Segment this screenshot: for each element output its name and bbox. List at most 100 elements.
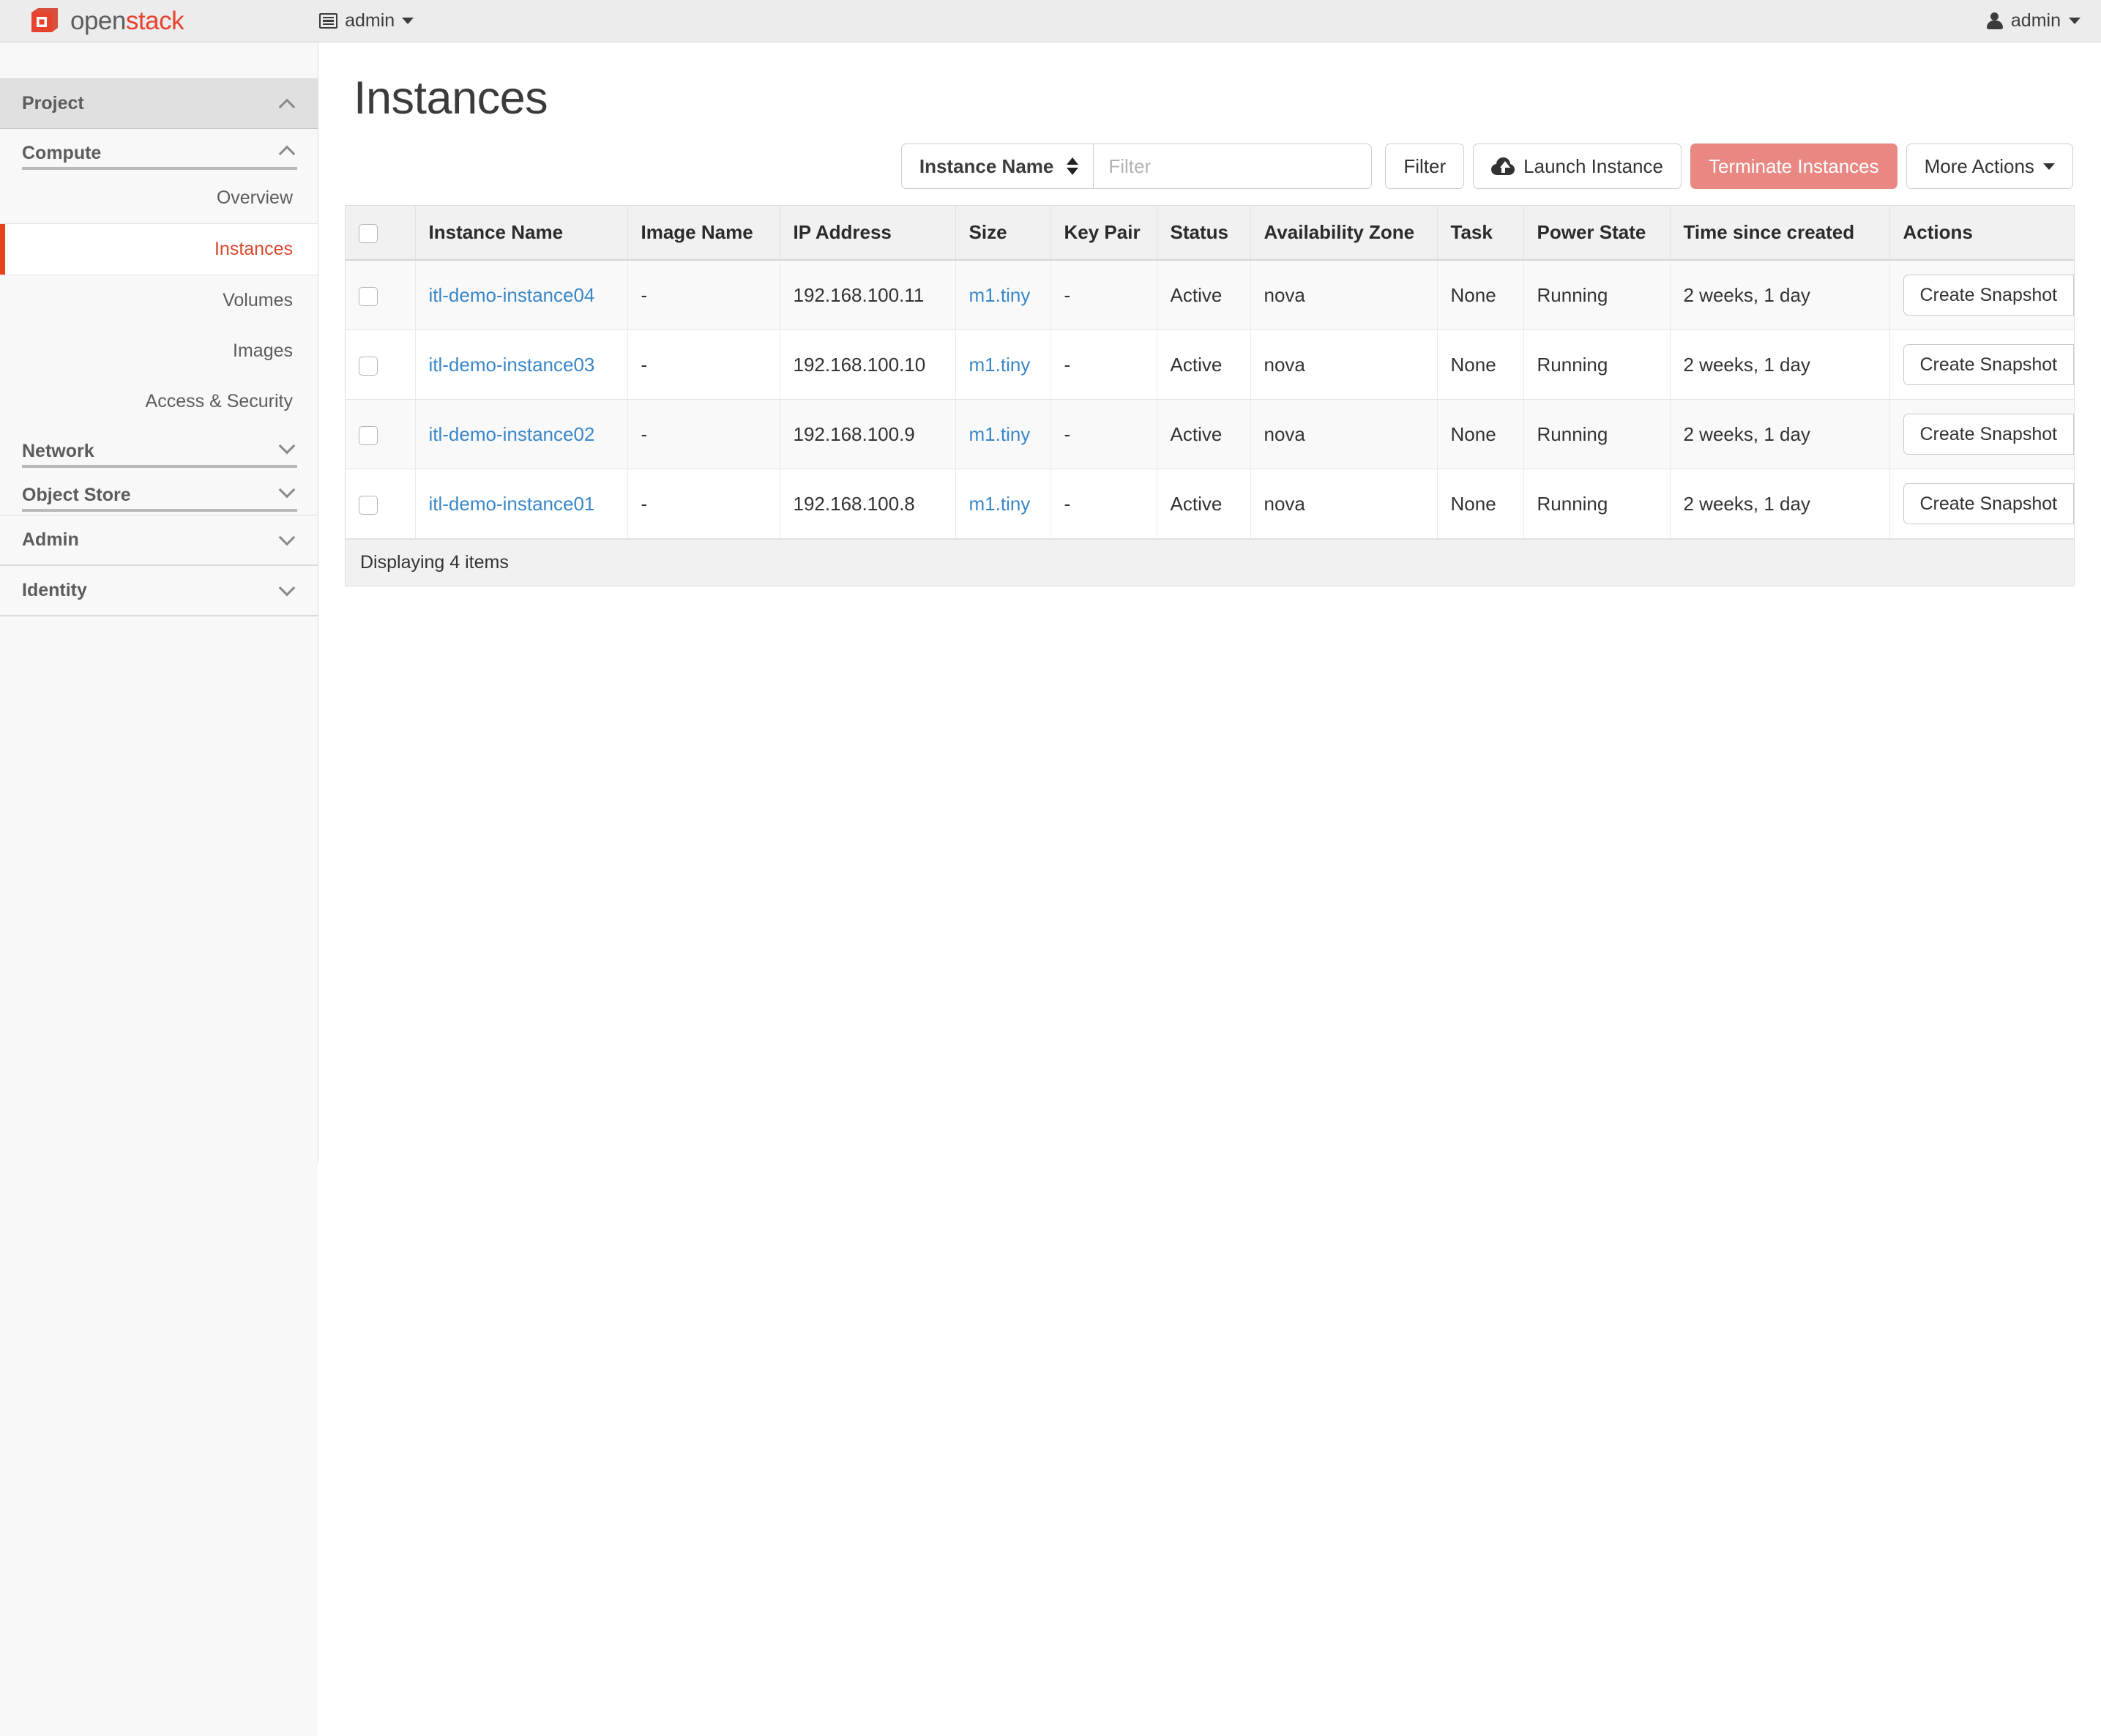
list-icon bbox=[319, 13, 338, 29]
cell-status: Active bbox=[1157, 329, 1251, 400]
cell-image-name: - bbox=[627, 469, 780, 539]
table-row: itl-demo-instance03 - 192.168.100.10 m1.… bbox=[346, 329, 2074, 400]
row-checkbox[interactable] bbox=[359, 356, 378, 376]
cell-availability-zone: nova bbox=[1250, 469, 1438, 539]
chevron-down-icon bbox=[2069, 18, 2081, 24]
cell-power-state: Running bbox=[1523, 469, 1671, 539]
sidebar-section-admin[interactable]: Admin bbox=[0, 515, 318, 565]
cell-time-since-created: 2 weeks, 1 day bbox=[1670, 260, 1890, 330]
cell-actions: Create Snapshot bbox=[1889, 469, 2074, 539]
section-divider bbox=[22, 509, 297, 512]
instance-name-link[interactable]: itl-demo-instance01 bbox=[429, 493, 595, 515]
project-selector[interactable]: admin bbox=[319, 10, 414, 31]
cell-image-name: - bbox=[627, 329, 780, 400]
row-select-cell bbox=[346, 260, 416, 330]
table-row: itl-demo-instance04 - 192.168.100.11 m1.… bbox=[346, 260, 2074, 330]
row-checkbox[interactable] bbox=[359, 286, 378, 306]
main-content: Instances Instance Name Filter Launch In… bbox=[318, 42, 2101, 1163]
cell-task: None bbox=[1437, 260, 1524, 330]
cell-availability-zone: nova bbox=[1250, 399, 1438, 469]
cell-instance-name: itl-demo-instance02 bbox=[415, 399, 628, 469]
cell-instance-name: itl-demo-instance03 bbox=[415, 329, 628, 400]
instances-table-container: Instance Name Image Name IP Address Size… bbox=[345, 205, 2075, 586]
openstack-cube-icon bbox=[29, 6, 60, 37]
flavor-link[interactable]: m1.tiny bbox=[969, 493, 1031, 515]
cell-availability-zone: nova bbox=[1250, 260, 1438, 330]
sidebar-section-compute-label: Compute bbox=[22, 143, 102, 163]
sidebar-section-identity[interactable]: Identity bbox=[0, 565, 318, 616]
cell-status: Active bbox=[1157, 469, 1251, 539]
flavor-link[interactable]: m1.tiny bbox=[969, 423, 1031, 445]
row-actions-group: Create Snapshot bbox=[1903, 275, 2074, 316]
table-footer-count: Displaying 4 items bbox=[346, 539, 2074, 586]
sidebar-section-object-store-label: Object Store bbox=[22, 485, 131, 505]
instances-table: Instance Name Image Name IP Address Size… bbox=[346, 206, 2074, 539]
cell-key-pair: - bbox=[1050, 469, 1157, 539]
sidebar-item-instances[interactable]: Instances bbox=[0, 223, 318, 275]
section-divider bbox=[22, 167, 297, 170]
brand-open-text: open bbox=[70, 6, 126, 35]
cell-size: m1.tiny bbox=[955, 469, 1051, 539]
row-checkbox[interactable] bbox=[359, 425, 378, 445]
create-snapshot-button[interactable]: Create Snapshot bbox=[1903, 483, 2074, 524]
row-actions-group: Create Snapshot bbox=[1903, 483, 2074, 524]
cell-time-since-created: 2 weeks, 1 day bbox=[1670, 469, 1890, 539]
flavor-link[interactable]: m1.tiny bbox=[969, 284, 1031, 306]
sidebar: Project Compute Overview Instances Volum… bbox=[0, 42, 318, 1736]
row-select-cell bbox=[346, 329, 416, 400]
sidebar-top-spacer bbox=[0, 42, 318, 79]
project-selector-label: admin bbox=[345, 10, 395, 31]
cell-power-state: Running bbox=[1523, 260, 1671, 330]
row-actions-group: Create Snapshot bbox=[1903, 414, 2074, 455]
cell-ip-address: 192.168.100.10 bbox=[780, 329, 956, 400]
filter-field-select-value: Instance Name bbox=[919, 154, 1054, 177]
table-toolbar: Instance Name Filter Launch Instance Ter… bbox=[345, 144, 2075, 189]
launch-instance-label: Launch Instance bbox=[1523, 154, 1663, 177]
column-header-status: Status bbox=[1157, 206, 1251, 261]
filter-button[interactable]: Filter bbox=[1385, 144, 1465, 189]
openstack-logo[interactable]: openstack bbox=[29, 6, 184, 37]
filter-field-select[interactable]: Instance Name bbox=[900, 144, 1094, 189]
sidebar-section-network-label: Network bbox=[22, 441, 94, 461]
instance-name-link[interactable]: itl-demo-instance02 bbox=[429, 423, 595, 445]
row-checkbox[interactable] bbox=[359, 495, 378, 515]
chevron-up-icon bbox=[278, 98, 296, 115]
cell-actions: Create Snapshot bbox=[1889, 329, 2074, 400]
terminate-instances-button[interactable]: Terminate Instances bbox=[1690, 144, 1897, 189]
row-actions-group: Create Snapshot bbox=[1903, 344, 2074, 385]
user-menu-label: admin bbox=[2010, 10, 2061, 31]
table-header-row: Instance Name Image Name IP Address Size… bbox=[346, 206, 2074, 261]
sidebar-section-identity-label: Identity bbox=[22, 580, 87, 600]
cell-task: None bbox=[1437, 469, 1524, 539]
chevron-down-icon bbox=[278, 437, 296, 455]
user-menu[interactable]: admin bbox=[1986, 10, 2081, 31]
cell-status: Active bbox=[1157, 399, 1251, 469]
chevron-down-icon bbox=[278, 529, 296, 545]
cloud-upload-icon bbox=[1491, 157, 1515, 175]
launch-instance-button[interactable]: Launch Instance bbox=[1473, 144, 1682, 189]
sidebar-section-object-store[interactable]: Object Store bbox=[0, 471, 318, 515]
instance-name-link[interactable]: itl-demo-instance03 bbox=[429, 354, 595, 376]
sidebar-section-compute[interactable]: Compute bbox=[0, 129, 318, 173]
create-snapshot-button[interactable]: Create Snapshot bbox=[1903, 275, 2074, 316]
flavor-link[interactable]: m1.tiny bbox=[969, 354, 1031, 376]
sidebar-item-overview[interactable]: Overview bbox=[0, 173, 318, 223]
sidebar-section-project[interactable]: Project bbox=[0, 79, 318, 129]
cell-ip-address: 192.168.100.11 bbox=[780, 260, 956, 330]
sidebar-item-images[interactable]: Images bbox=[0, 326, 318, 376]
create-snapshot-button[interactable]: Create Snapshot bbox=[1903, 414, 2074, 455]
column-header-time-since-created: Time since created bbox=[1670, 206, 1890, 261]
sidebar-item-volumes[interactable]: Volumes bbox=[0, 275, 318, 326]
select-all-checkbox[interactable] bbox=[359, 224, 378, 244]
instance-name-link[interactable]: itl-demo-instance04 bbox=[429, 284, 595, 306]
filter-input[interactable] bbox=[1094, 144, 1373, 189]
sidebar-section-admin-label: Admin bbox=[22, 529, 79, 550]
create-snapshot-button[interactable]: Create Snapshot bbox=[1903, 344, 2074, 385]
cell-availability-zone: nova bbox=[1250, 329, 1438, 400]
sidebar-item-access-security[interactable]: Access & Security bbox=[0, 376, 318, 427]
chevron-down-icon bbox=[278, 481, 296, 499]
cell-size: m1.tiny bbox=[955, 329, 1051, 400]
more-actions-button[interactable]: More Actions bbox=[1906, 144, 2073, 189]
sidebar-section-network[interactable]: Network bbox=[0, 427, 318, 471]
sort-arrows-icon bbox=[1067, 157, 1079, 175]
